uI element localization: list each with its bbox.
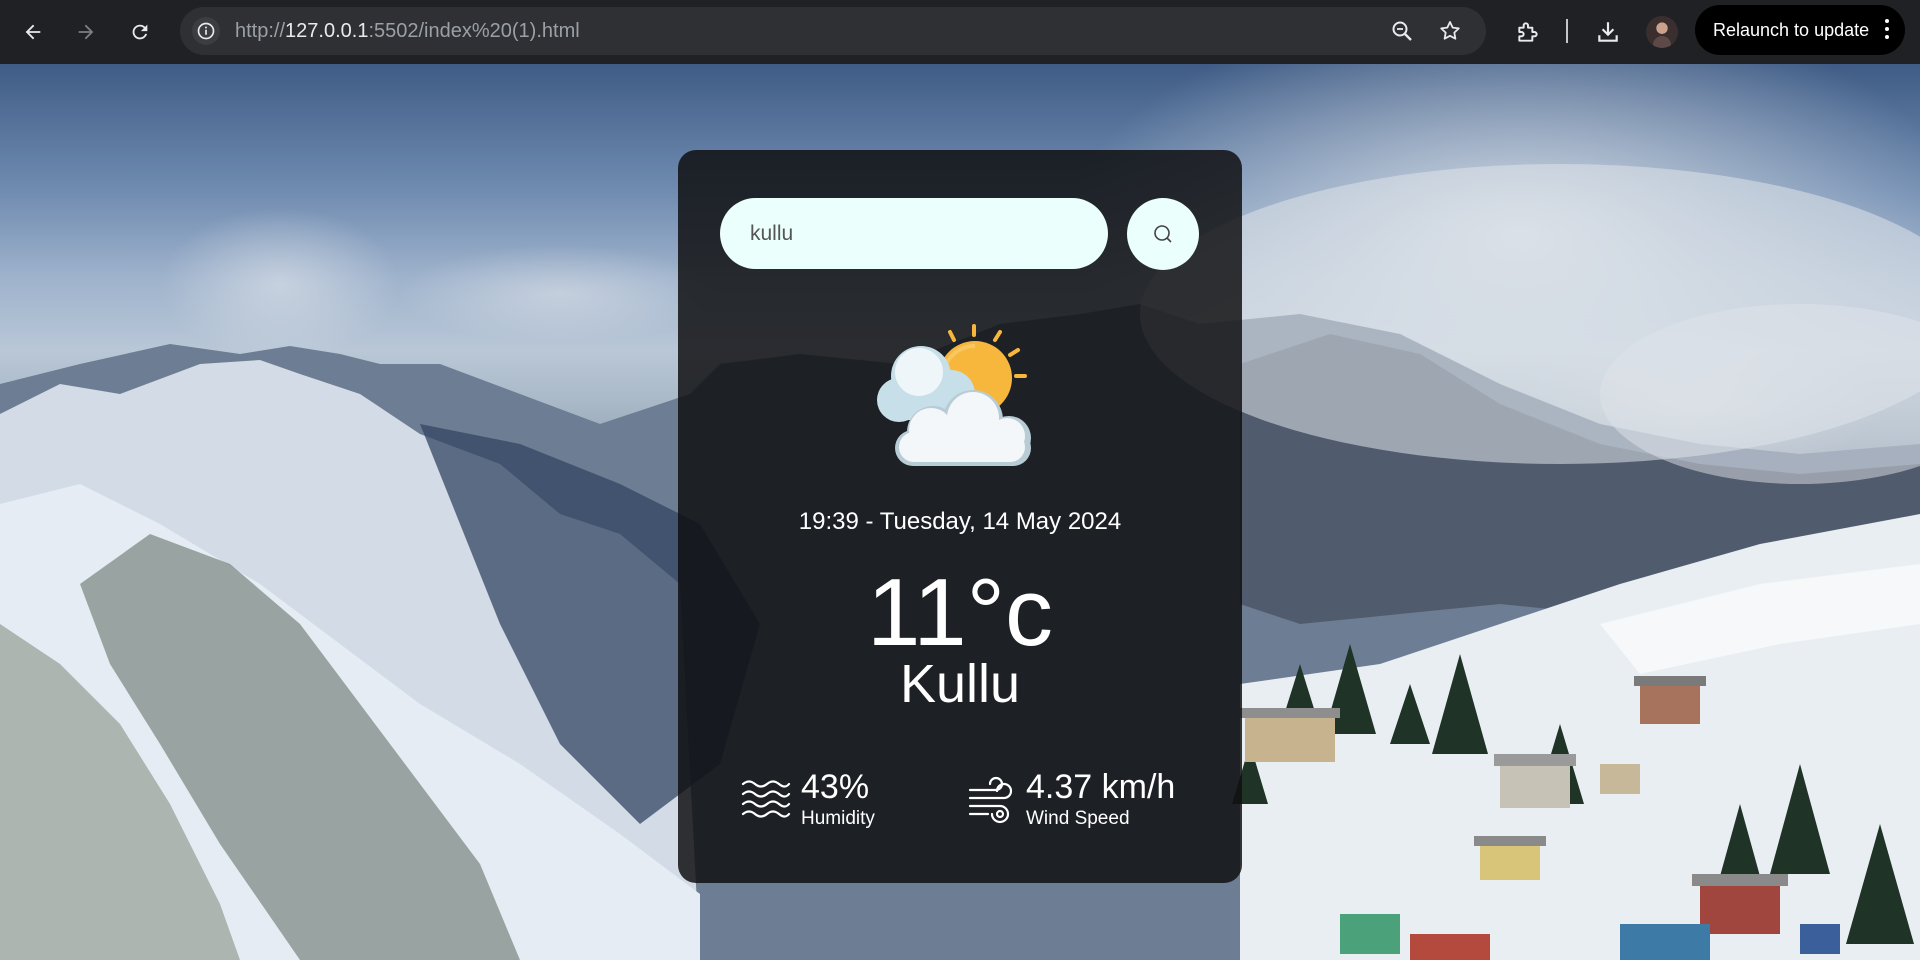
datetime-text: 19:39 - Tuesday, 14 May 2024 <box>798 508 1122 535</box>
relaunch-button[interactable]: Relaunch to update <box>1695 5 1905 55</box>
partly-cloudy-sun-icon <box>877 324 1031 466</box>
reload-icon <box>132 24 148 40</box>
toolbar-divider <box>1566 19 1568 43</box>
info-icon[interactable] <box>192 17 220 45</box>
wind-text-group: 4.37 km/h Wind Speed <box>1026 770 1175 830</box>
city-name: Kullu <box>899 654 1021 714</box>
humidity-text-group: 43% Humidity <box>801 770 875 830</box>
humidity-detail: 43% Humidity <box>741 770 875 830</box>
forward-button[interactable] <box>68 14 104 50</box>
back-button[interactable] <box>15 14 51 50</box>
browser-toolbar: http://127.0.0.1:5502/index%20(1).html R… <box>0 0 1920 64</box>
humidity-waves-icon <box>741 780 791 818</box>
relaunch-label: Relaunch to update <box>1713 19 1870 40</box>
reload-button[interactable] <box>122 14 158 50</box>
page-viewport: 19:39 - Tuesday, 14 May 2024 11°c Kullu … <box>0 64 1920 960</box>
search-button[interactable] <box>1127 198 1199 270</box>
city-search-input[interactable] <box>720 198 1108 269</box>
humidity-label: Humidity <box>801 808 875 829</box>
humidity-value: 43% <box>801 768 870 806</box>
wind-icon <box>968 776 1013 824</box>
wind-detail: 4.37 km/h Wind Speed <box>968 770 1175 830</box>
wind-label: Wind Speed <box>1026 808 1130 829</box>
back-arrow-icon <box>25 24 41 40</box>
profile-avatar[interactable] <box>1646 16 1678 48</box>
wind-value: 4.37 km/h <box>1026 768 1176 806</box>
temperature-text: 11°c <box>866 559 1054 666</box>
url-prefix: http:// <box>235 20 286 42</box>
url-host: 127.0.0.1 <box>285 20 369 42</box>
forward-arrow-icon <box>78 24 94 40</box>
download-icon[interactable] <box>1590 14 1626 50</box>
zoom-icon[interactable] <box>1388 17 1416 45</box>
url-path: :5502/index%20(1).html <box>368 20 580 42</box>
more-vert-icon[interactable] <box>1885 19 1889 39</box>
search-icon <box>1154 225 1172 243</box>
extensions-icon[interactable] <box>1510 14 1546 50</box>
star-icon[interactable] <box>1436 17 1464 45</box>
url-text[interactable]: http://127.0.0.1:5502/index%20(1).html <box>235 7 580 55</box>
weather-card: 19:39 - Tuesday, 14 May 2024 11°c Kullu … <box>678 150 1242 883</box>
address-bar[interactable]: http://127.0.0.1:5502/index%20(1).html <box>180 7 1486 55</box>
